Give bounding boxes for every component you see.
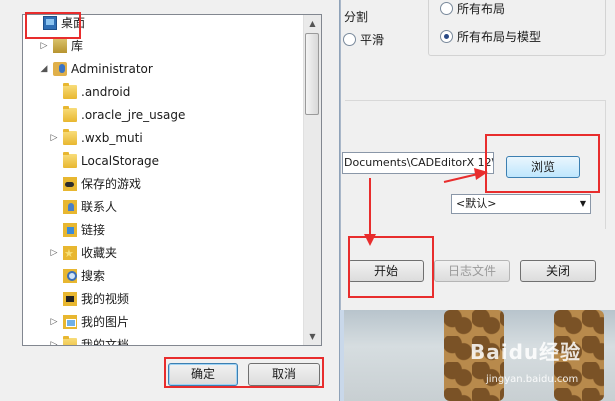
library-icon xyxy=(53,39,67,53)
folder-icon xyxy=(63,106,77,122)
radio-split[interactable]: 分割 xyxy=(344,8,368,25)
tree-item-label: 我的视频 xyxy=(81,292,130,306)
tree-item[interactable]: .android xyxy=(23,81,303,103)
tree-item-label: 我的图片 xyxy=(81,315,130,329)
tree-item-label: LocalStorage xyxy=(81,154,160,168)
links-icon xyxy=(63,223,77,237)
tree-item[interactable]: LocalStorage xyxy=(23,150,303,172)
close-button[interactable]: 关闭 xyxy=(520,260,596,282)
scroll-thumb[interactable] xyxy=(305,33,319,115)
highlight-box-desktop xyxy=(25,12,81,39)
tree-item-label: .android xyxy=(81,85,131,99)
browse-folder-dialog: 桌面 ▷ 库 ◢ Administrator .android .oracle_jre_us… xyxy=(0,0,340,401)
user-folder-icon xyxy=(53,62,67,76)
tree-item-label: 收藏夹 xyxy=(81,246,118,260)
expand-arrow-icon[interactable]: ▷ xyxy=(49,311,59,333)
watermark-text: Baidu经验 xyxy=(470,340,582,364)
tree-item[interactable]: 联系人 xyxy=(23,196,303,218)
folder-icon xyxy=(63,129,77,145)
radio-smooth-label: 平滑 xyxy=(360,33,385,47)
tree-item[interactable]: 搜索 xyxy=(23,265,303,287)
arrow-right-head xyxy=(474,168,488,180)
watermark-url: jingyan.baidu.com xyxy=(486,374,579,385)
tree-item-label: 链接 xyxy=(81,223,106,237)
radio-all-layouts[interactable]: 所有布局 xyxy=(440,0,505,17)
folder-icon xyxy=(63,152,77,168)
videos-icon xyxy=(63,292,77,306)
tree-item[interactable]: 我的视频 xyxy=(23,288,303,310)
saved-games-icon xyxy=(63,177,77,191)
scroll-down-icon[interactable]: ▼ xyxy=(304,328,321,345)
scroll-up-icon[interactable]: ▲ xyxy=(304,15,321,32)
radio-dot xyxy=(440,2,453,15)
tree-item-label: 搜索 xyxy=(81,269,106,283)
expand-arrow-icon[interactable]: ▷ xyxy=(49,242,59,264)
searches-icon xyxy=(63,269,77,283)
tree-item-label: .wxb_muti xyxy=(81,131,143,145)
arrow-down-head xyxy=(364,234,376,246)
tree-item[interactable]: ▷ 我的文档 xyxy=(23,334,303,346)
highlight-box-buttons xyxy=(164,357,324,388)
tree-item-label: 联系人 xyxy=(81,200,118,214)
folder-icon xyxy=(63,83,77,99)
contacts-icon xyxy=(63,200,77,214)
tree-item-label: 我的文档 xyxy=(81,338,130,346)
tree-item-label: .oracle_jre_usage xyxy=(81,108,186,122)
highlight-box-browse xyxy=(485,134,600,193)
radio-all-layouts-and-model[interactable]: 所有布局与模型 xyxy=(440,28,541,45)
radio-dot-selected xyxy=(440,30,453,43)
chevron-down-icon: ▼ xyxy=(579,199,586,208)
tree-scrollbar[interactable]: ▲ ▼ xyxy=(303,15,321,345)
expand-arrow-icon[interactable]: ◢ xyxy=(39,58,49,80)
expand-arrow-icon[interactable]: ▷ xyxy=(49,127,59,149)
radio-smooth[interactable]: 平滑 xyxy=(343,31,384,48)
folder-tree[interactable]: 桌面 ▷ 库 ◢ Administrator .android .oracle_jre_us… xyxy=(22,14,322,346)
pictures-icon xyxy=(63,315,77,329)
arrow-right-line xyxy=(443,173,479,183)
tree-item[interactable]: 保存的游戏 xyxy=(23,173,303,195)
favorites-icon xyxy=(63,243,77,265)
documents-icon xyxy=(63,336,77,345)
radio-all-layouts-and-model-label: 所有布局与模型 xyxy=(457,30,542,44)
annotation-arrows xyxy=(364,168,488,246)
expand-arrow-icon[interactable]: ▷ xyxy=(49,334,59,345)
tree-item[interactable]: ▷ 我的图片 xyxy=(23,311,303,333)
tree-item[interactable]: ▷ .wxb_muti xyxy=(23,127,303,149)
tree-item[interactable]: ◢ Administrator xyxy=(23,58,303,80)
tree-item-label: 保存的游戏 xyxy=(81,177,142,191)
tree-item[interactable]: .oracle_jre_usage xyxy=(23,104,303,126)
radio-dot xyxy=(343,33,356,46)
radio-all-layouts-label: 所有布局 xyxy=(457,2,506,16)
radio-split-label: 分割 xyxy=(344,10,369,24)
tree-item[interactable]: 链接 xyxy=(23,219,303,241)
log-file-button[interactable]: 日志文件 xyxy=(434,260,510,282)
tree-item[interactable]: ▷ 收藏夹 xyxy=(23,242,303,265)
tree-item-label: Administrator xyxy=(71,62,153,76)
